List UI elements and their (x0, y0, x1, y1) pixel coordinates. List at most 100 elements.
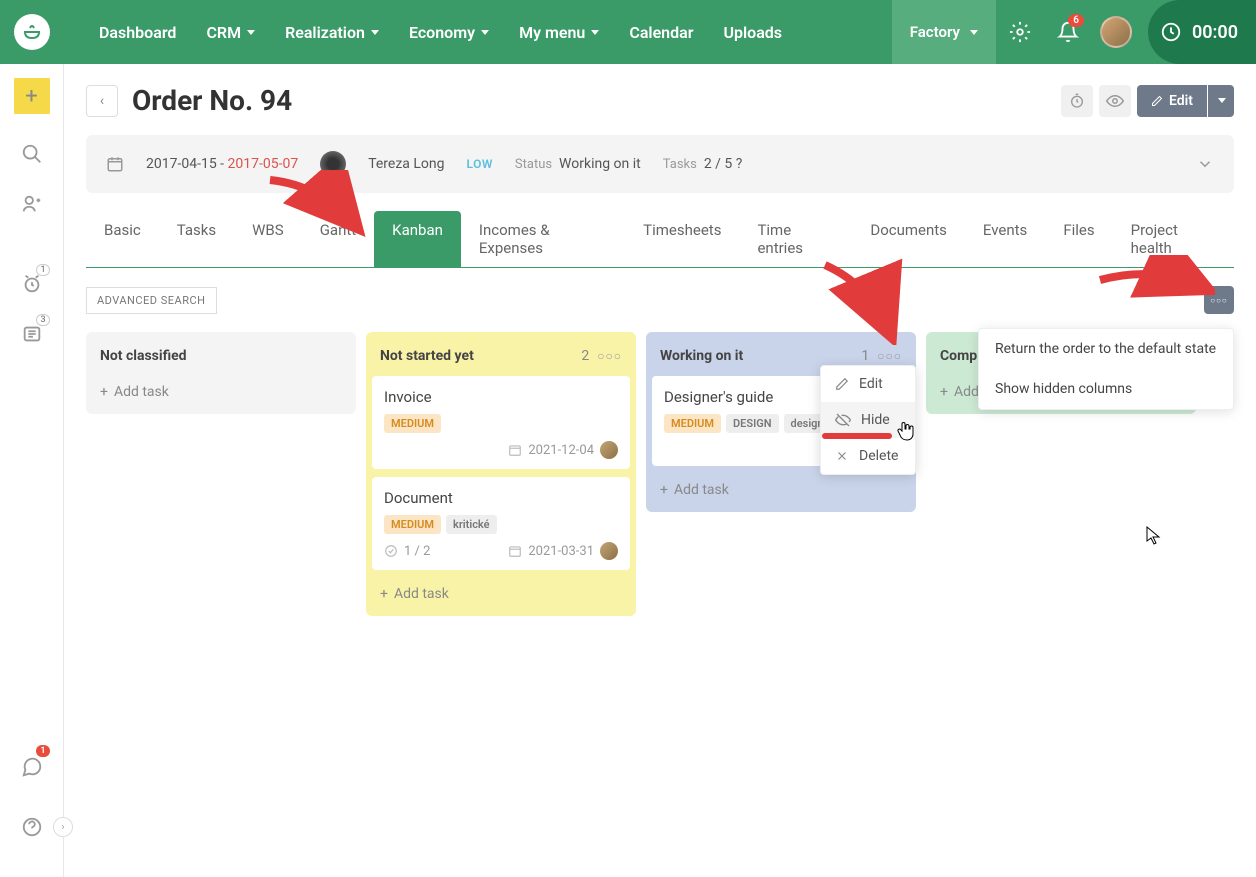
nav-my-menu[interactable]: My menu (504, 0, 614, 64)
calendar-icon (106, 155, 124, 173)
tab-time-entries[interactable]: Time entries (739, 211, 852, 267)
info-bar: 2017-04-15 - 2017-05-07 Tereza Long LOW … (86, 135, 1234, 193)
factory-selector[interactable]: Factory (892, 0, 996, 64)
tag-kritické: kritické (446, 515, 497, 534)
search-icon[interactable] (12, 134, 52, 174)
tab-files[interactable]: Files (1045, 211, 1112, 267)
column-edit-item[interactable]: Edit (821, 366, 915, 402)
card-avatar (600, 542, 618, 560)
tab-basic[interactable]: Basic (86, 211, 159, 267)
priority-badge: LOW (467, 157, 493, 171)
app-logo[interactable] (0, 0, 64, 64)
kanban-card[interactable]: Document MEDIUM kritické 1 / 2 2021-03-31 (372, 477, 630, 570)
card-title: Invoice (384, 388, 618, 406)
tasks-field: Tasks 2 / 5 ? (663, 156, 743, 172)
edit-button[interactable]: Edit (1137, 85, 1207, 117)
nav-realization[interactable]: Realization (270, 0, 394, 64)
settings-icon[interactable] (996, 0, 1044, 64)
chevron-down-icon (371, 30, 379, 35)
add-task-button[interactable]: +Add task (652, 474, 910, 506)
watch-button[interactable] (1099, 85, 1131, 117)
status-field: Status Working on it (515, 156, 641, 172)
board-settings-menu: Return the order to the default state Sh… (978, 328, 1234, 410)
board-settings-button[interactable]: ○○○ (1204, 286, 1234, 314)
column-context-menu: Edit Hide Delete (820, 365, 916, 475)
column-title: Working on it (660, 348, 743, 364)
back-button[interactable]: ‹ (86, 85, 118, 117)
add-task-button[interactable]: +Add task (92, 376, 350, 408)
expand-info-button[interactable] (1196, 155, 1214, 173)
card-avatar (600, 441, 618, 459)
nav-dashboard[interactable]: Dashboard (84, 0, 191, 64)
help-icon[interactable] (12, 807, 52, 847)
advanced-search-button[interactable]: ADVANCED SEARCH (86, 287, 217, 314)
chevron-down-icon (591, 30, 599, 35)
column-title: Not classified (100, 348, 187, 364)
page-title: Order No. 94 (132, 84, 292, 117)
card-date: 2021-03-31 (528, 544, 594, 559)
notifications-icon[interactable]: 6 (1044, 0, 1092, 64)
add-button[interactable]: + (14, 78, 50, 114)
tag-design: DESIGN (726, 414, 779, 433)
tab-timesheets[interactable]: Timesheets (625, 211, 739, 267)
tag-medium: MEDIUM (384, 414, 441, 433)
chat-icon[interactable]: 1 (12, 747, 52, 787)
tag-medium: MEDIUM (384, 515, 441, 534)
tab-project-health[interactable]: Project health (1113, 211, 1234, 267)
timer-widget[interactable]: 00:00 (1148, 0, 1256, 64)
column-count: 2 (581, 348, 589, 364)
tabs: BasicTasksWBSGanttKanbanIncomes & Expens… (86, 211, 1234, 268)
column-more-icon[interactable]: ○○○ (877, 349, 902, 363)
top-nav: DashboardCRMRealizationEconomyMy menuCal… (0, 0, 1256, 64)
column-more-icon[interactable]: ○○○ (597, 349, 622, 363)
assignee-avatar (320, 151, 346, 177)
chevron-down-icon (247, 30, 255, 35)
tab-tasks[interactable]: Tasks (159, 211, 234, 267)
kanban-card[interactable]: Invoice MEDIUM 2021-12-04 (372, 376, 630, 469)
alarm-icon[interactable]: 1 (12, 264, 52, 304)
plus-icon: + (380, 586, 388, 602)
left-sidebar: + 1 3 1 › (0, 64, 64, 877)
chevron-down-icon (481, 30, 489, 35)
tag-medium: MEDIUM (664, 414, 721, 433)
nav-calendar[interactable]: Calendar (614, 0, 708, 64)
plus-icon: + (660, 482, 668, 498)
column-title: Not started yet (380, 348, 474, 364)
show-hidden-columns-item[interactable]: Show hidden columns (979, 369, 1233, 409)
column-not-started-yet: Not started yet 2 ○○○ Invoice MEDIUM 2021-12-… (366, 332, 636, 616)
tab-incomes-expenses[interactable]: Incomes & Expenses (461, 211, 625, 267)
nav-uploads[interactable]: Uploads (708, 0, 797, 64)
notification-badge: 6 (1068, 14, 1084, 27)
tab-documents[interactable]: Documents (852, 211, 965, 267)
column-hide-item[interactable]: Hide (821, 402, 915, 438)
tab-events[interactable]: Events (965, 211, 1045, 267)
column-delete-item[interactable]: Delete (821, 438, 915, 474)
main-content: ‹ Order No. 94 Edit 2017-04-15 - 2017-05… (64, 64, 1256, 877)
edit-dropdown[interactable] (1208, 85, 1234, 117)
progress-icon (384, 544, 398, 558)
date-range: 2017-04-15 - 2017-05-07 (146, 156, 298, 172)
list-icon[interactable]: 3 (12, 314, 52, 354)
card-date: 2021-12-04 (528, 443, 594, 458)
timer-button[interactable] (1061, 85, 1093, 117)
toolbar: ADVANCED SEARCH ○○○ Return the order to … (86, 286, 1234, 314)
user-avatar[interactable] (1092, 0, 1140, 64)
calendar-icon (508, 443, 522, 457)
card-title: Document (384, 489, 618, 507)
card-progress: 1 / 2 (404, 544, 430, 559)
tab-kanban[interactable]: Kanban (374, 211, 461, 267)
nav-economy[interactable]: Economy (394, 0, 504, 64)
add-task-button[interactable]: +Add task (372, 578, 630, 610)
reset-board-item[interactable]: Return the order to the default state (979, 329, 1233, 369)
tab-gantt[interactable]: Gantt (302, 211, 374, 267)
tab-wbs[interactable]: WBS (234, 211, 302, 267)
plus-icon: + (100, 384, 108, 400)
chevron-down-icon (970, 30, 978, 35)
column-not-classified: Not classified +Add task (86, 332, 356, 414)
assignee-name: Tereza Long (368, 156, 444, 172)
nav-crm[interactable]: CRM (191, 0, 270, 64)
plus-icon: + (940, 384, 948, 400)
calendar-icon (508, 544, 522, 558)
column-count: 1 (861, 348, 869, 364)
add-user-icon[interactable] (12, 184, 52, 224)
